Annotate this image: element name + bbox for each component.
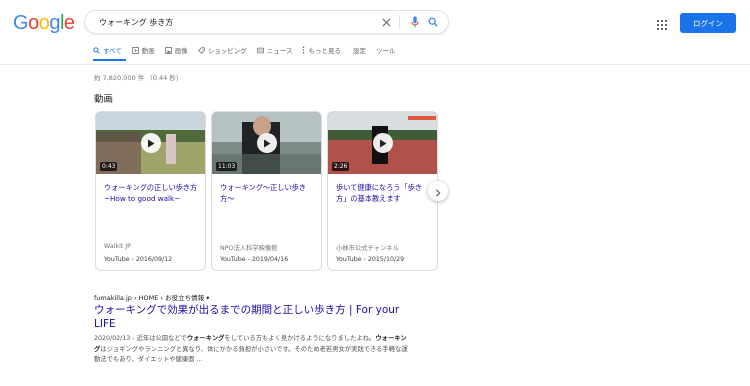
chevron-right-icon xyxy=(435,182,441,201)
video-meta: YouTube - 2019/04/16 xyxy=(220,256,289,263)
result-breadcrumb[interactable]: fumakilla.jp › HOME › お役立ち情報 ▾ xyxy=(94,292,209,302)
video-title[interactable]: 歩いて健康になろう「歩き方」の基本教えます xyxy=(336,182,432,204)
tab-images[interactable]: 画像 xyxy=(164,45,188,55)
tab-label: ツール xyxy=(375,47,396,55)
tab-label: 設定 xyxy=(352,47,366,55)
google-logo[interactable]: Google xyxy=(13,13,75,33)
tab-videos[interactable]: 動画 xyxy=(131,45,155,55)
apps-grid-icon[interactable] xyxy=(656,16,668,30)
video-meta: YouTube - 2016/09/12 xyxy=(104,256,173,263)
play-icon xyxy=(140,133,161,153)
search-icon xyxy=(93,46,100,54)
image-icon xyxy=(164,46,172,54)
active-tab-indicator xyxy=(93,59,126,61)
video-meta: YouTube - 2015/10/29 xyxy=(336,256,405,263)
video-icon xyxy=(131,46,139,54)
snippet-text: 2020/02/13 - 近年は公園などで xyxy=(94,335,187,342)
tab-label: すべて xyxy=(103,47,122,55)
tab-shopping[interactable]: ショッピング xyxy=(198,45,247,55)
more-icon xyxy=(302,46,305,54)
header-divider xyxy=(0,64,750,65)
snippet-text: はジョギングやランニングと異なり、体にかかる負担が小さいです。そのため老若男女が… xyxy=(94,345,408,364)
close-icon[interactable] xyxy=(379,15,393,29)
tab-news[interactable]: ニュース xyxy=(256,45,293,55)
result-stats: 約 7,820,000 件 （0.44 秒） xyxy=(94,74,183,82)
video-duration: 11:03 xyxy=(216,162,238,171)
login-button[interactable]: ログイン xyxy=(680,13,736,33)
search-divider xyxy=(399,15,400,29)
play-icon xyxy=(372,133,393,153)
logo-letter: o xyxy=(38,12,50,34)
search-input[interactable] xyxy=(99,17,371,27)
result-snippet: 2020/02/13 - 近年は公園などでウォーキングをしている方もよく見かける… xyxy=(94,334,412,366)
search-icon[interactable] xyxy=(426,15,440,29)
video-source: NPO法人科学映像館 xyxy=(220,245,278,252)
tab-settings[interactable]: 設定 xyxy=(353,45,366,55)
result-title-link[interactable]: ウォーキングで効果が出るまでの期間と正しい歩き方 | For your LIFE xyxy=(94,303,414,331)
logo-letter: o xyxy=(28,12,39,34)
video-card[interactable]: 11:03 ウォーキング〜正しい歩き方〜 NPO法人科学映像館 YouTube … xyxy=(211,111,322,271)
tab-label: ニュース xyxy=(266,47,293,55)
video-source: 小林市公式チャンネル xyxy=(336,245,399,252)
video-carousel-next-button[interactable] xyxy=(428,181,448,201)
snippet-text: をしている方もよく見かけるようになりましたよね。 xyxy=(224,335,376,342)
video-title[interactable]: ウォーキング〜正しい歩き方〜 xyxy=(220,182,316,204)
video-duration: 2:26 xyxy=(332,162,350,171)
tab-all[interactable]: すべて xyxy=(93,45,122,55)
search-tabs: すべて 動画 画像 ショッピング ニュース もっと見る 設定 ツール xyxy=(93,45,405,62)
video-title[interactable]: ウォーキングの正しい歩き方~How to good walk~ xyxy=(104,182,200,204)
tab-more[interactable]: もっと見る xyxy=(302,45,341,55)
video-thumbnail[interactable]: 0:43 xyxy=(96,112,205,174)
play-icon xyxy=(256,133,277,153)
logo-letter: G xyxy=(13,12,29,34)
tab-label: 画像 xyxy=(174,47,188,55)
video-thumbnail[interactable]: 2:26 xyxy=(328,112,437,174)
search-box xyxy=(84,10,449,34)
video-duration: 0:43 xyxy=(100,162,118,171)
video-source: Walkit JP xyxy=(104,243,131,250)
logo-letter: e xyxy=(63,12,75,34)
tab-label: ショッピング xyxy=(207,47,247,55)
video-thumbnail[interactable]: 11:03 xyxy=(212,112,321,174)
video-card[interactable]: 2:26 歩いて健康になろう「歩き方」の基本教えます 小林市公式チャンネル Yo… xyxy=(327,111,438,271)
logo-letter: g xyxy=(49,12,60,34)
tab-tools[interactable]: ツール xyxy=(376,45,396,55)
tab-label: もっと見る xyxy=(308,47,341,55)
tag-icon xyxy=(198,46,205,54)
snippet-highlight: ウォーキング xyxy=(186,335,225,342)
mic-icon[interactable] xyxy=(408,15,422,29)
tab-label: 動画 xyxy=(141,47,155,55)
video-card[interactable]: 0:43 ウォーキングの正しい歩き方~How to good walk~ Wal… xyxy=(95,111,206,271)
news-icon xyxy=(256,47,264,54)
video-section-heading: 動画 xyxy=(94,94,114,105)
